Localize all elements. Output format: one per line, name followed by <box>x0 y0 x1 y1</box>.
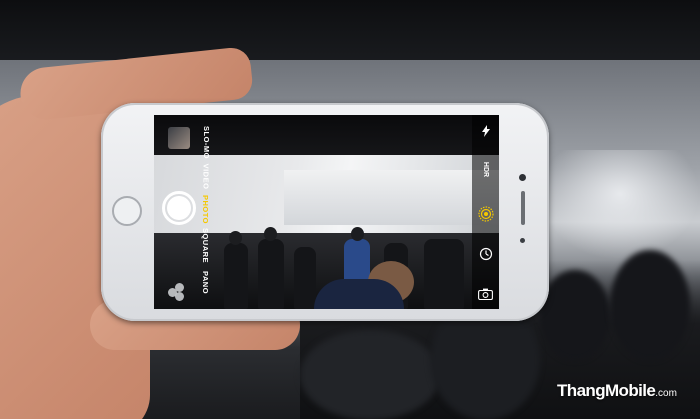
photo-thumbnail[interactable] <box>168 127 190 149</box>
camera-mode-selector[interactable]: SLO-MO VIDEO PHOTO SQUARE PANO <box>198 115 214 309</box>
earpiece-speaker <box>521 191 525 225</box>
flash-icon <box>481 125 490 137</box>
mode-label: PHOTO <box>201 194 211 224</box>
person-head <box>229 231 242 245</box>
mode-slo-mo[interactable]: SLO-MO <box>198 125 214 159</box>
mode-pano[interactable]: PANO <box>198 267 214 297</box>
hdr-label: HDR <box>481 161 489 177</box>
mode-video[interactable]: VIDEO <box>198 161 214 191</box>
live-photo-icon <box>477 206 494 222</box>
watermark: ThangMobile.com <box>557 381 677 401</box>
live-photo-icon[interactable] <box>472 203 499 225</box>
blurred-person <box>540 270 610 360</box>
camera-left-bar: SLO-MO VIDEO PHOTO SQUARE PANO <box>154 115 216 309</box>
blurred-person <box>300 330 440 419</box>
person <box>424 239 464 309</box>
mode-photo[interactable]: PHOTO <box>198 193 214 225</box>
blurred-person <box>610 250 690 360</box>
camera-right-bar: HDR <box>472 115 499 309</box>
person <box>314 279 404 309</box>
filters-icon[interactable] <box>168 283 186 301</box>
flash-icon[interactable] <box>472 121 499 141</box>
camera-switch-icon <box>478 288 493 300</box>
person-head <box>264 227 277 241</box>
mode-label: PANO <box>201 270 211 294</box>
camera-screen: SLO-MO VIDEO PHOTO SQUARE PANO HDR <box>154 115 499 309</box>
timer-icon[interactable] <box>472 243 499 265</box>
camera-switch-icon[interactable] <box>472 283 499 305</box>
timer-icon <box>479 247 492 261</box>
person <box>294 247 316 309</box>
mode-label: VIDEO <box>201 163 211 189</box>
person <box>258 239 284 309</box>
hdr-button[interactable]: HDR <box>472 157 499 181</box>
person <box>224 243 248 309</box>
shutter-button[interactable] <box>162 191 196 225</box>
background-light <box>540 150 700 260</box>
person-head <box>351 227 364 241</box>
watermark-brand: ThangMobile <box>557 381 656 400</box>
mode-label: SLO-MO <box>201 125 211 159</box>
proximity-sensor <box>520 238 525 243</box>
viewfinder-back-wall <box>284 170 499 225</box>
watermark-suffix: .com <box>655 388 677 399</box>
photo-scene: SLO-MO VIDEO PHOTO SQUARE PANO HDR Thang… <box>0 0 700 419</box>
mode-square[interactable]: SQUARE <box>198 227 214 263</box>
front-camera <box>519 174 526 181</box>
iphone: SLO-MO VIDEO PHOTO SQUARE PANO HDR <box>101 103 549 321</box>
home-button[interactable] <box>112 196 142 226</box>
mode-label: SQUARE <box>201 227 211 263</box>
